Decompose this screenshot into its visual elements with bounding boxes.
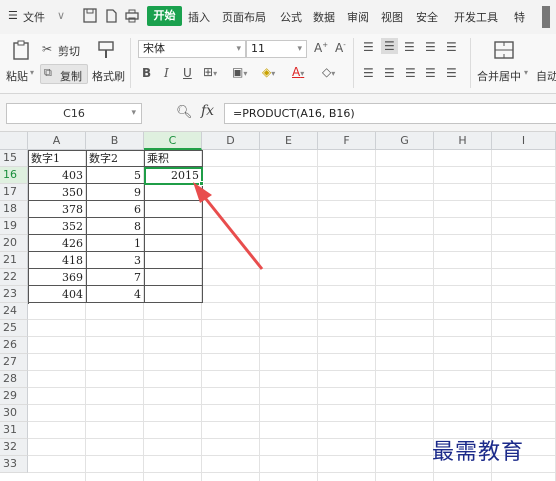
annotation-arrow-shaft bbox=[200, 193, 264, 270]
format-painter-icon[interactable] bbox=[95, 40, 117, 60]
spreadsheet-grid[interactable]: A B C D E F G H I 15 16 17 18 19 20 21 22 23 24 25 26 27 28 29 3… bbox=[0, 132, 556, 481]
paste-label[interactable]: 粘贴 bbox=[6, 68, 28, 84]
increase-font-icon[interactable]: A+ bbox=[314, 41, 328, 55]
chevron-down-icon[interactable]: ∨ bbox=[57, 9, 65, 22]
align-bottom-icon[interactable]: ☰ bbox=[404, 40, 415, 54]
bold-icon[interactable]: B bbox=[142, 66, 151, 80]
menu-scroll-handle[interactable] bbox=[542, 6, 550, 28]
cut-label[interactable]: 剪切 bbox=[58, 43, 80, 59]
indent-decrease-icon[interactable]: ☰ bbox=[446, 40, 457, 54]
justify-icon[interactable]: ☰ bbox=[425, 66, 436, 80]
tab-review[interactable]: 审阅 bbox=[347, 9, 369, 25]
chevron-down-icon: ▾ bbox=[236, 44, 241, 54]
decrease-font-icon[interactable]: A- bbox=[335, 41, 346, 55]
indent-increase-icon[interactable]: ☰ bbox=[425, 40, 436, 54]
zoom-search-icon[interactable]: 🔍︎ bbox=[176, 105, 193, 120]
ribbon-separator bbox=[470, 38, 471, 88]
formula-bar: C16 ▾ 🔍︎ fx =PRODUCT(A16, B16) bbox=[0, 94, 556, 132]
merge-center-label[interactable]: 合并居中 bbox=[477, 68, 521, 84]
tab-developer[interactable]: 开发工具 bbox=[454, 9, 498, 25]
align-left-icon[interactable]: ☰ bbox=[363, 66, 374, 80]
tab-insert[interactable]: 插入 bbox=[188, 9, 210, 25]
export-pdf-icon[interactable] bbox=[104, 8, 118, 23]
scissors-icon[interactable]: ✂ bbox=[42, 42, 52, 56]
font-color-icon[interactable]: A▾ bbox=[292, 65, 304, 79]
format-painter-label[interactable]: 格式刷 bbox=[92, 68, 125, 84]
ribbon-separator bbox=[130, 38, 131, 88]
name-box-value: C16 bbox=[63, 107, 85, 120]
align-center-icon[interactable]: ☰ bbox=[384, 66, 395, 80]
align-top-icon[interactable]: ☰ bbox=[363, 40, 374, 54]
ribbon: 粘贴 ▾ ✂ 剪切 ⧉ 复制 格式刷 宋体 ▾ 11 ▾ A+ A- B I U ⊞… bbox=[0, 34, 556, 94]
paste-icon[interactable] bbox=[11, 39, 33, 61]
font-size-value: 11 bbox=[251, 42, 265, 55]
print-icon[interactable] bbox=[125, 8, 139, 23]
distributed-align-icon[interactable]: ☰ bbox=[446, 66, 457, 80]
fill-color-icon[interactable]: ◈▾ bbox=[262, 65, 275, 79]
align-middle-icon[interactable]: ☰ bbox=[381, 38, 398, 54]
menu-bar: ☰ 文件 ∨ 开始 插入 页面布局 公式 数据 审阅 视图 安全 开发工具 特 bbox=[0, 0, 556, 34]
font-name-value: 宋体 bbox=[143, 42, 165, 55]
copy-icon: ⧉ bbox=[44, 66, 52, 79]
autowrap-label[interactable]: 自动 bbox=[536, 68, 556, 84]
tab-formulas[interactable]: 公式 bbox=[280, 9, 302, 25]
font-size-select[interactable]: 11 ▾ bbox=[246, 40, 307, 58]
cell-style-icon[interactable]: ▣▾ bbox=[232, 65, 247, 79]
menu-file[interactable]: 文件 bbox=[23, 9, 45, 25]
tab-view[interactable]: 视图 bbox=[381, 9, 403, 25]
font-name-select[interactable]: 宋体 ▾ bbox=[138, 40, 246, 58]
underline-icon[interactable]: U bbox=[183, 66, 192, 80]
paste-dropdown-icon[interactable]: ▾ bbox=[30, 68, 34, 77]
tab-special[interactable]: 特 bbox=[514, 9, 525, 25]
tab-home[interactable]: 开始 bbox=[147, 6, 182, 26]
annotation-arrow-head bbox=[193, 182, 212, 203]
name-box[interactable]: C16 ▾ bbox=[6, 103, 142, 124]
italic-icon[interactable]: I bbox=[164, 66, 169, 80]
copy-label: 复制 bbox=[60, 70, 82, 83]
annotation-arrow bbox=[193, 182, 264, 270]
tab-security[interactable]: 安全 bbox=[416, 9, 438, 25]
tab-page-layout[interactable]: 页面布局 bbox=[222, 9, 266, 25]
hamburger-icon[interactable]: ☰ bbox=[8, 9, 18, 22]
align-right-icon[interactable]: ☰ bbox=[405, 66, 416, 80]
merge-center-icon[interactable] bbox=[493, 40, 515, 60]
border-icon[interactable]: ⊞▾ bbox=[203, 65, 217, 79]
formula-input[interactable]: =PRODUCT(A16, B16) bbox=[224, 103, 556, 124]
tab-data[interactable]: 数据 bbox=[313, 9, 335, 25]
chevron-down-icon: ▾ bbox=[297, 44, 302, 54]
chevron-down-icon: ▾ bbox=[131, 108, 136, 118]
ribbon-separator bbox=[353, 38, 354, 88]
clear-format-icon[interactable]: ◇▾ bbox=[322, 65, 335, 79]
function-icon[interactable]: fx bbox=[201, 103, 214, 119]
merge-dropdown-icon[interactable]: ▾ bbox=[524, 68, 528, 77]
save-icon[interactable] bbox=[83, 8, 97, 23]
watermark: 最需教育 bbox=[432, 440, 525, 465]
